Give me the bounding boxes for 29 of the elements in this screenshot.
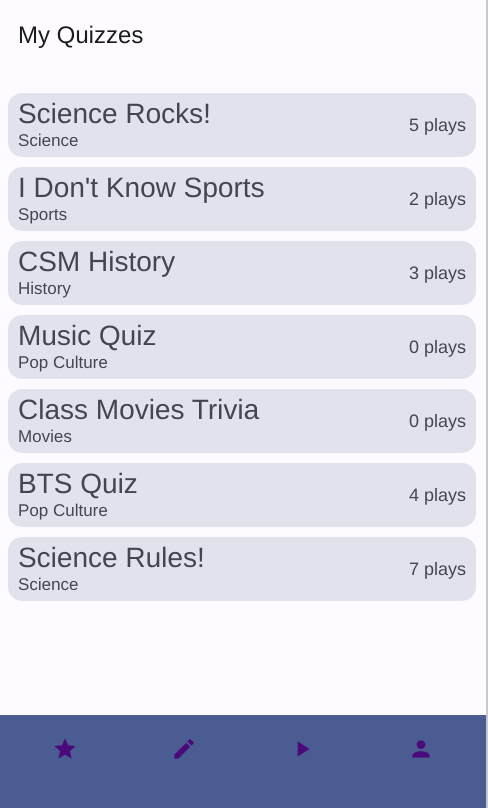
quiz-name: Science Rocks!: [18, 98, 211, 130]
quiz-category: Sports: [18, 204, 68, 226]
play-count: 7 plays: [408, 558, 466, 580]
quiz-card[interactable]: I Don't Know Sports Sports 2 plays: [8, 167, 476, 231]
quiz-card[interactable]: Science Rocks! Science 5 plays: [8, 93, 476, 157]
quiz-category: Science: [18, 574, 80, 596]
play-count: 5 plays: [408, 114, 466, 136]
quiz-name: I Don't Know Sports: [18, 172, 265, 204]
quiz-name: BTS Quiz: [18, 468, 138, 500]
quiz-card[interactable]: CSM History History 3 plays: [8, 241, 476, 305]
quiz-card[interactable]: Music Quiz Pop Culture 0 plays: [8, 315, 476, 379]
quiz-name: CSM History: [18, 246, 176, 278]
quiz-category: Pop Culture: [18, 352, 109, 374]
quiz-card[interactable]: Science Rules! Science 7 plays: [8, 537, 476, 601]
quiz-name: Science Rules!: [18, 542, 205, 574]
quiz-card[interactable]: Class Movies Trivia Movies 0 plays: [8, 389, 476, 453]
quiz-category: History: [18, 278, 72, 300]
page-title: My Quizzes: [17, 21, 144, 51]
quiz-name: Music Quiz: [18, 320, 156, 352]
play-count: 0 plays: [408, 336, 466, 358]
play-count: 4 plays: [408, 484, 466, 506]
quiz-category: Movies: [18, 426, 73, 448]
play-count: 0 plays: [408, 410, 466, 432]
quiz-category: Pop Culture: [18, 500, 109, 522]
quiz-name: Class Movies Trivia: [18, 394, 260, 426]
play-count: 3 plays: [408, 262, 466, 284]
play-count: 2 plays: [408, 188, 466, 210]
quiz-category: Science: [18, 130, 80, 152]
quiz-card[interactable]: BTS Quiz Pop Culture 4 plays: [8, 463, 476, 527]
